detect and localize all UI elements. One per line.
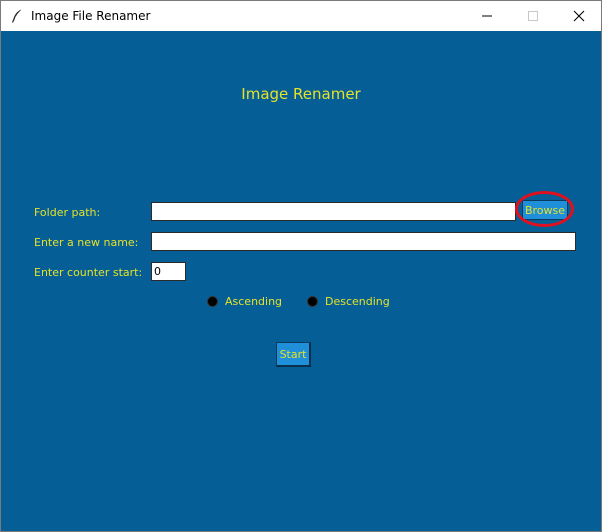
- feather-icon: [9, 8, 25, 24]
- new-name-input[interactable]: [151, 232, 576, 251]
- maximize-icon: [527, 7, 539, 26]
- window-title: Image File Renamer: [31, 9, 151, 23]
- browse-button[interactable]: Browse: [522, 200, 568, 220]
- title-bar[interactable]: Image File Renamer: [1, 1, 601, 31]
- radio-indicator: [307, 296, 318, 307]
- radio-indicator: [207, 296, 218, 307]
- maximize-button[interactable]: [510, 1, 556, 31]
- minimize-button[interactable]: [464, 1, 510, 31]
- close-icon: [573, 7, 585, 26]
- ascending-radio[interactable]: Ascending: [207, 295, 282, 308]
- new-name-label: Enter a new name:: [34, 236, 139, 249]
- close-button[interactable]: [556, 1, 602, 31]
- start-button[interactable]: Start: [276, 342, 311, 367]
- app-window: Image File Renamer Image Renamer Folder …: [0, 0, 602, 532]
- minimize-icon: [481, 7, 493, 26]
- main-panel: Image Renamer Folder path: Browse Enter …: [1, 31, 601, 531]
- descending-radio[interactable]: Descending: [307, 295, 390, 308]
- descending-label: Descending: [325, 295, 390, 308]
- counter-start-input[interactable]: [151, 262, 186, 281]
- folder-path-input[interactable]: [151, 202, 516, 221]
- counter-start-label: Enter counter start:: [34, 266, 143, 279]
- folder-path-label: Folder path:: [34, 206, 101, 219]
- page-title: Image Renamer: [241, 85, 361, 103]
- ascending-label: Ascending: [225, 295, 283, 308]
